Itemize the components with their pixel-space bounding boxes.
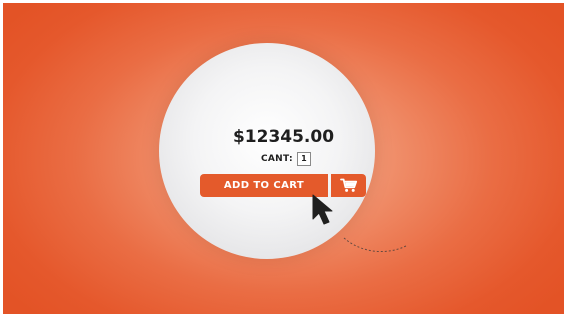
add-to-cart-button[interactable]: ADD TO CART xyxy=(200,174,328,197)
add-to-cart-label: ADD TO CART xyxy=(223,180,305,191)
cursor-trail xyxy=(343,237,407,252)
arrow-cursor-icon xyxy=(312,194,333,225)
product-price: $12345.00 xyxy=(232,127,335,147)
frame: $12345.00 CANT: ADD TO CART xyxy=(0,0,567,317)
quantity-label: CANT: xyxy=(261,154,293,164)
shopping-cart-icon xyxy=(339,178,357,192)
quantity-input[interactable] xyxy=(296,152,311,166)
quantity-row: CANT: xyxy=(261,152,311,166)
